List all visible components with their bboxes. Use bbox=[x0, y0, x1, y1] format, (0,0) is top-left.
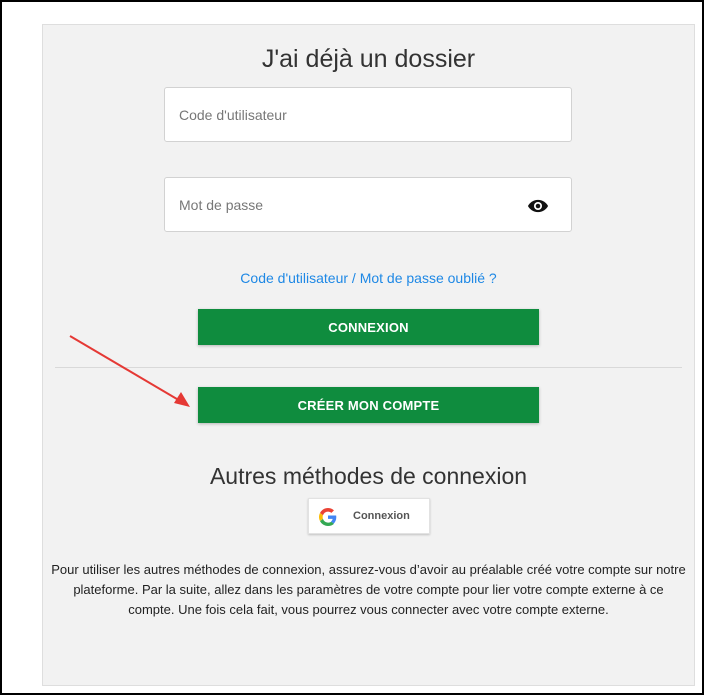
eye-icon[interactable] bbox=[527, 199, 549, 213]
red-arrow-annotation bbox=[69, 335, 190, 407]
google-connect-button[interactable]: Connexion bbox=[308, 498, 430, 534]
screenshot-frame: J'ai déjà un dossier Code d'utilisateur … bbox=[0, 0, 704, 695]
password-field bbox=[164, 177, 572, 232]
google-button-label: Connexion bbox=[353, 510, 410, 522]
login-title: J'ai déjà un dossier bbox=[261, 45, 476, 73]
forgot-credentials-link[interactable]: Code d'utilisateur / Mot de passe oublié… bbox=[43, 270, 694, 286]
password-input[interactable] bbox=[165, 178, 571, 231]
google-icon bbox=[319, 508, 337, 526]
connect-button[interactable]: CONNEXION bbox=[198, 309, 539, 345]
other-methods-title: Autres méthodes de connexion bbox=[209, 463, 528, 489]
username-field bbox=[164, 87, 572, 142]
other-methods-info-text: Pour utiliser les autres méthodes de con… bbox=[51, 562, 686, 617]
username-input[interactable] bbox=[165, 88, 571, 141]
create-account-button[interactable]: CRÉER MON COMPTE bbox=[198, 387, 539, 423]
